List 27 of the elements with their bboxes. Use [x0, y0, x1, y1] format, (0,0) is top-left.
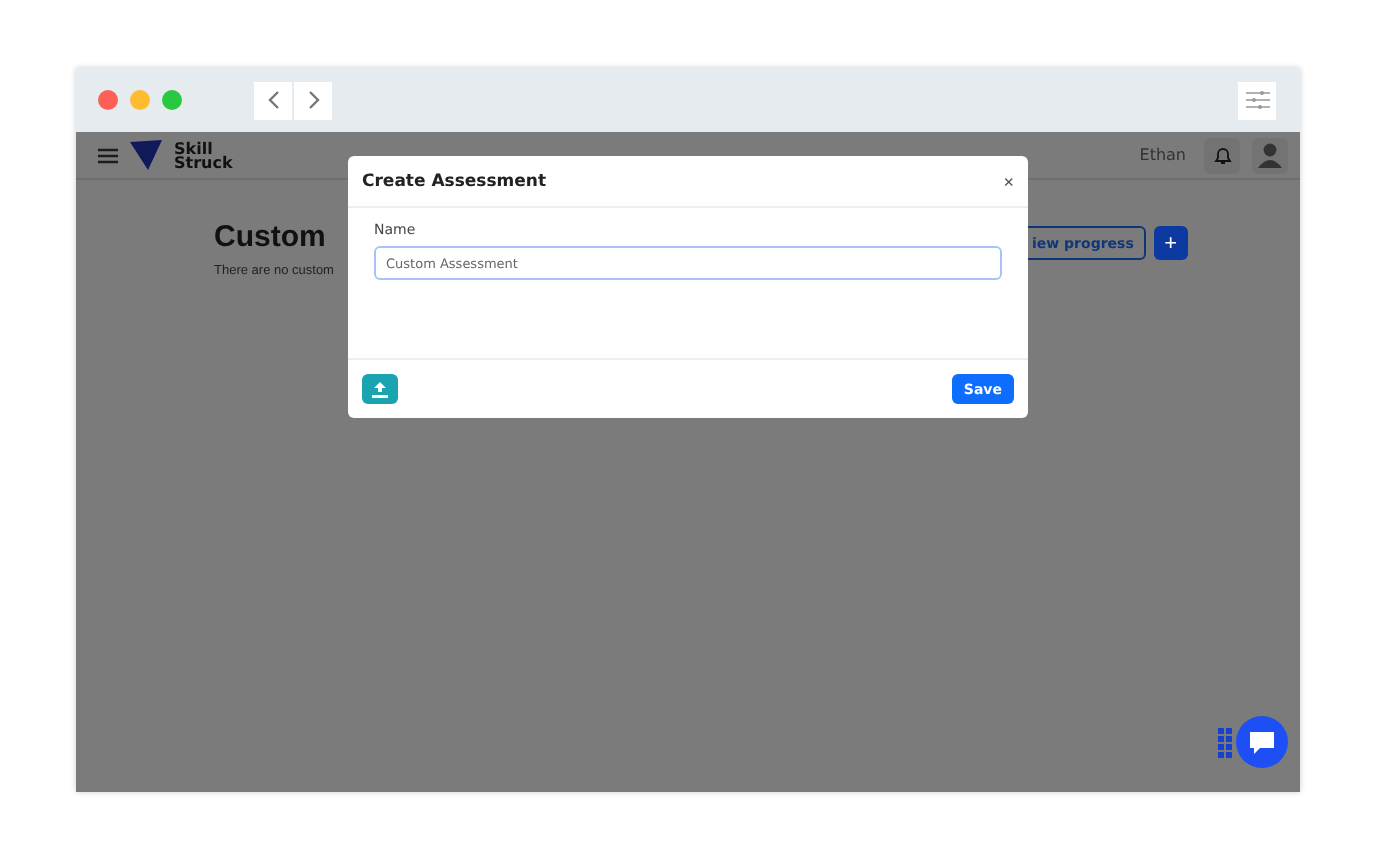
settings-button[interactable] [1238, 81, 1276, 119]
logo-text: Struck [174, 155, 233, 169]
forward-button[interactable] [294, 81, 332, 119]
bell-icon [1213, 145, 1231, 165]
chat-bubble-icon [1248, 729, 1276, 755]
upload-icon [372, 381, 388, 397]
add-button[interactable]: + [1153, 226, 1188, 260]
page-heading: Custom [214, 220, 328, 254]
window-control-dot[interactable] [130, 90, 150, 110]
window-control-dot[interactable] [98, 90, 118, 110]
dialog-title: Create Assessment [362, 171, 547, 191]
chevron-left-icon [265, 90, 281, 110]
chat-button[interactable] [1236, 716, 1288, 768]
close-button[interactable]: × [1003, 171, 1014, 191]
menu-icon[interactable] [98, 147, 118, 163]
sliders-icon [1245, 90, 1269, 110]
window-control-dot[interactable] [162, 90, 182, 110]
chevron-right-icon [305, 90, 321, 110]
avatar-icon [1258, 142, 1282, 168]
notifications-button[interactable] [1204, 137, 1240, 173]
logo-icon [130, 140, 162, 170]
user-name: Ethan [1139, 146, 1186, 164]
avatar-button[interactable] [1252, 137, 1288, 173]
logo-text: Skill [174, 141, 213, 155]
drag-handle-icon[interactable] [1218, 728, 1232, 758]
upload-button[interactable] [362, 374, 398, 404]
back-button[interactable] [254, 81, 292, 119]
